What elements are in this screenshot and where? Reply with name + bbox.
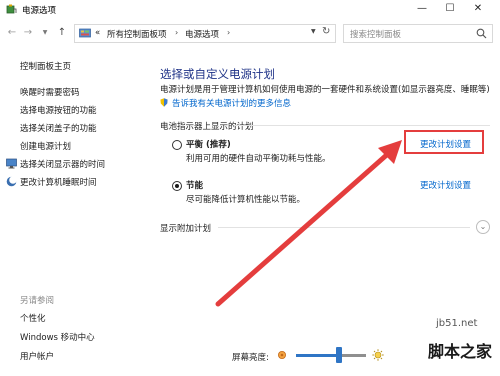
screen-brightness-label: 屏幕亮度: — [232, 353, 269, 363]
back-button[interactable]: ← — [6, 26, 18, 40]
learn-more-link-row[interactable]: 告诉我有关电源计划的更多信息 — [160, 97, 360, 109]
show-additional-plans-label[interactable]: 显示附加计划 — [160, 222, 211, 234]
expand-chevron-icon[interactable]: ⌄ — [476, 220, 490, 234]
forward-button[interactable]: → — [22, 26, 34, 40]
address-bar[interactable]: « 所有控制面板项 › 电源选项 › ▼ ↻ — [74, 24, 336, 43]
page-title: 选择或自定义电源计划 — [160, 67, 275, 81]
power-plan-description: 电源计划是用于管理计算机如何使用电源的一套硬件和系统设置(如显示器亮度、睡眠等) — [160, 85, 490, 95]
group-divider — [234, 125, 490, 126]
address-dropdown-button[interactable]: ▼ — [311, 28, 316, 35]
maximize-button[interactable]: ☐ — [440, 2, 460, 16]
left-navigation-pane: 控制面板主页 唤醒时需要密码 选择电源按钮的功能 选择关闭盖子的功能 创建电源计… — [0, 48, 148, 376]
brightness-high-icon — [372, 349, 384, 361]
plan-power-saver-change-settings-link[interactable]: 更改计划设置 — [420, 179, 471, 191]
plans-group-label: 电池指示器上显示的计划 — [160, 122, 254, 132]
display-icon — [6, 158, 17, 169]
brightness-slider-thumb[interactable] — [336, 347, 343, 363]
sidebar-item-control-panel-home[interactable]: 控制面板主页 — [20, 60, 71, 72]
close-button[interactable]: ✕ — [468, 2, 488, 16]
window-title: 电源选项 — [22, 6, 57, 16]
sidebar-item-create-power-plan[interactable]: 创建电源计划 — [20, 140, 71, 152]
search-icon[interactable] — [476, 28, 487, 39]
shield-icon — [160, 98, 168, 107]
up-button[interactable]: ↑ — [56, 26, 68, 40]
title-bar: 电源选项 — ☐ ✕ — [0, 0, 500, 20]
power-options-icon — [6, 4, 17, 14]
plan-power-saver-name[interactable]: 节能 — [186, 179, 203, 191]
breadcrumb-power-options[interactable]: 电源选项 — [185, 28, 219, 40]
additional-plans-divider — [218, 227, 470, 228]
brightness-low-icon — [278, 351, 286, 359]
see-also-personalization[interactable]: 个性化 — [20, 312, 46, 324]
sidebar-item-power-button-function[interactable]: 选择电源按钮的功能 — [20, 104, 97, 116]
annotation-highlight-box — [404, 130, 484, 154]
plan-balanced-radio[interactable] — [172, 140, 182, 150]
sidebar-item-require-password-on-wakeup[interactable]: 唤醒时需要密码 — [20, 86, 80, 98]
watermark: jb51.net 脚本之家 — [428, 318, 498, 374]
sidebar-item-computer-sleep-time[interactable]: 更改计算机睡眠时间 — [20, 176, 97, 188]
breadcrumb-overflow[interactable]: « — [95, 28, 100, 38]
control-panel-icon — [79, 28, 91, 38]
search-input[interactable]: 搜索控制面板 — [350, 28, 401, 40]
learn-more-link[interactable]: 告诉我有关电源计划的更多信息 — [172, 97, 291, 109]
breadcrumb-all-control-panel-items[interactable]: 所有控制面板项 — [107, 28, 167, 40]
plan-power-saver-description: 尽可能降低计算机性能以节能。 — [186, 195, 306, 205]
watermark-site: jb51.net — [436, 318, 478, 329]
brightness-slider[interactable] — [296, 354, 366, 357]
search-box[interactable]: 搜索控制面板 — [343, 24, 493, 43]
refresh-button[interactable]: ↻ — [322, 26, 330, 37]
plan-balanced-description: 利用可用的硬件自动平衡功耗与性能。 — [186, 154, 331, 164]
see-also-windows-mobility-center[interactable]: Windows 移动中心 — [20, 331, 95, 343]
brightness-slider-fill — [296, 354, 340, 357]
minimize-button[interactable]: — — [412, 2, 432, 16]
breadcrumb-separator[interactable]: › — [175, 28, 178, 37]
see-also-user-accounts[interactable]: 用户帐户 — [20, 350, 54, 362]
recent-locations-button[interactable]: ▼ — [40, 26, 50, 40]
breadcrumb-separator[interactable]: › — [227, 28, 230, 37]
navigation-bar: ← → ▼ ↑ « 所有控制面板项 › 电源选项 › ▼ ↻ 搜索控制面板 — [0, 23, 500, 45]
sidebar-item-lid-close-function[interactable]: 选择关闭盖子的功能 — [20, 122, 97, 134]
watermark-logo: 脚本之家 — [428, 342, 493, 361]
sleep-moon-icon — [6, 176, 17, 187]
plan-balanced-name[interactable]: 平衡 (推荐) — [186, 138, 231, 150]
see-also-heading: 另请参阅 — [20, 296, 55, 306]
plan-power-saver-radio[interactable] — [172, 181, 182, 191]
sidebar-item-display-off-time[interactable]: 选择关闭显示器的时间 — [20, 158, 105, 170]
